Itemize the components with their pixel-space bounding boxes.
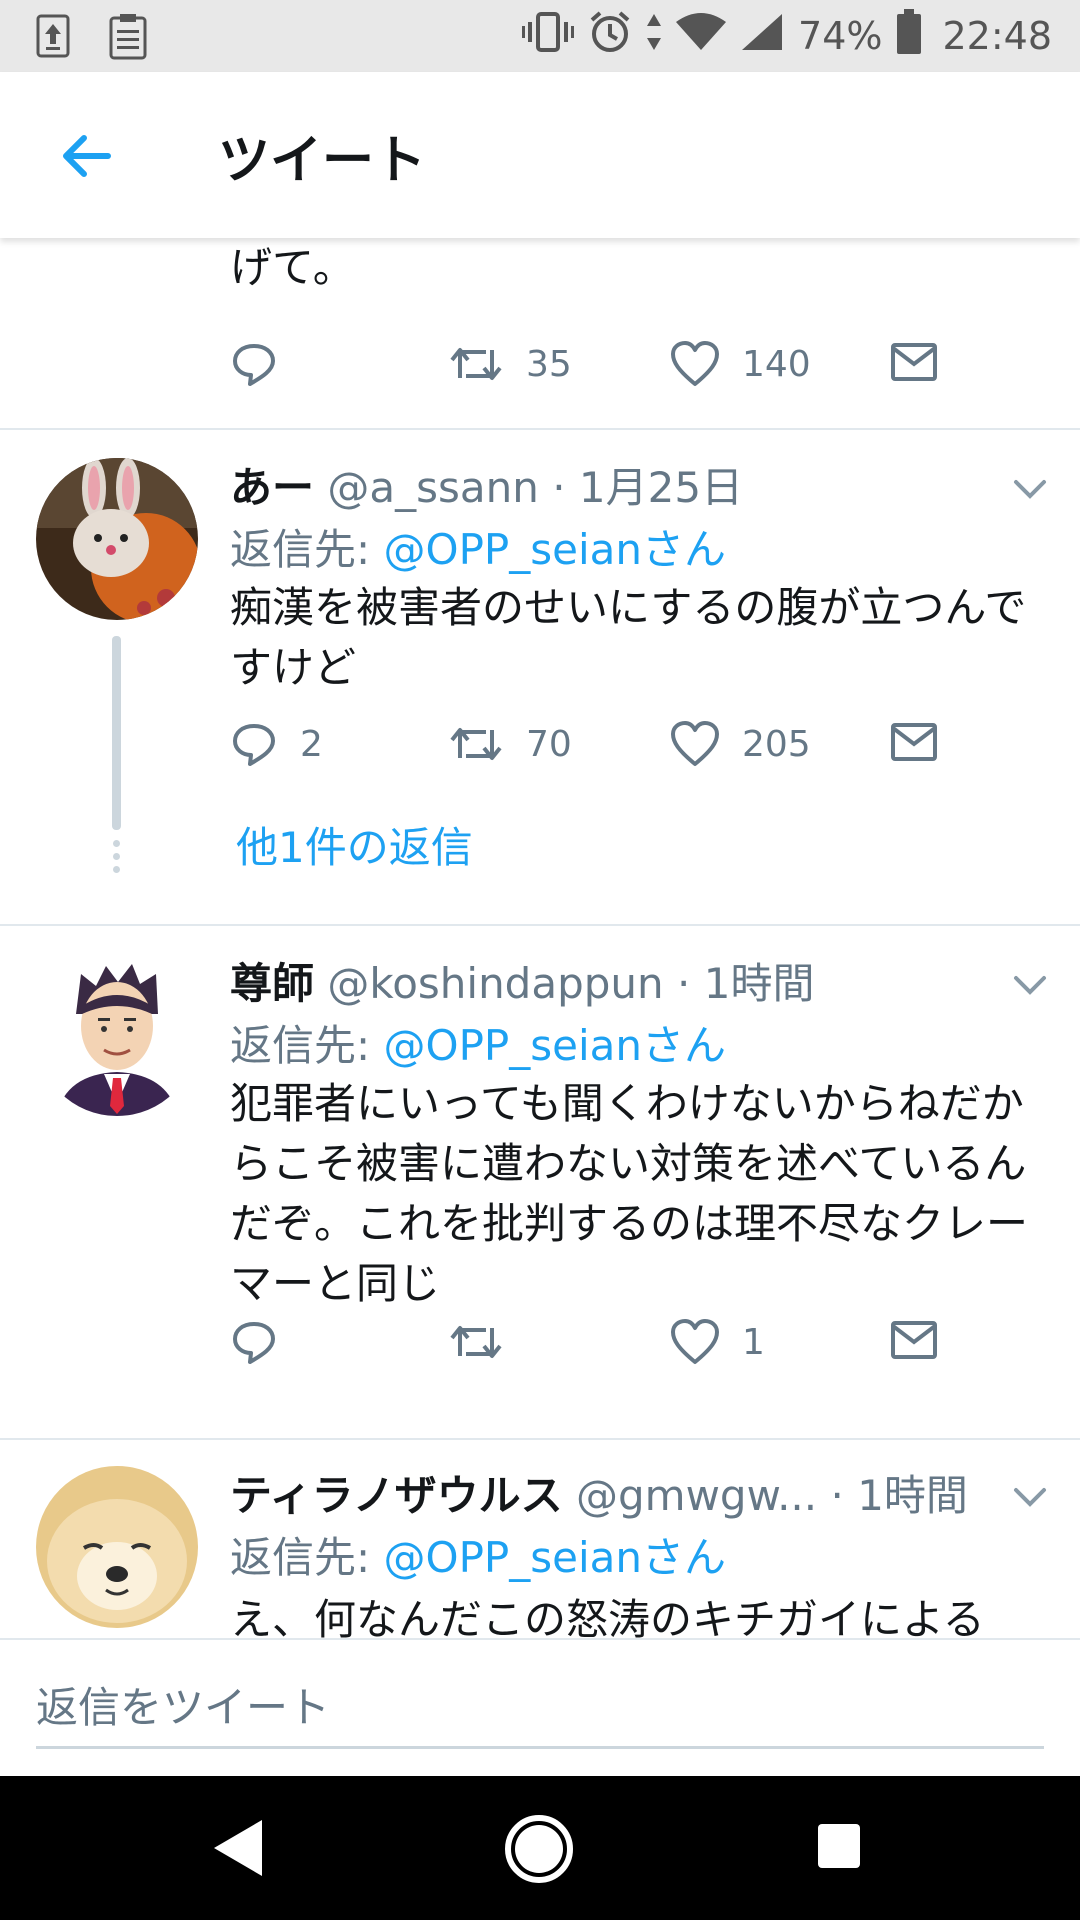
avatar[interactable] [36,458,198,620]
reply-icon [233,1322,275,1364]
tweet-header: あー @a_ssann · 1月25日 [230,458,743,518]
retweet-button[interactable]: 35 [448,340,572,388]
clipboard-notification-icon [108,12,148,64]
chevron-down-icon[interactable] [1010,964,1050,1004]
tweet-text: 犯罪者にいっても聞くわけないからねだからこそ被害に遭わない対策を述べているんだぞ… [230,1079,1029,1308]
like-button[interactable]: 140 [670,340,811,388]
reply-to-label: 返信先: [230,1021,384,1070]
reply-button[interactable] [230,1318,300,1366]
like-count: 205 [742,723,811,765]
like-button[interactable]: 1 [670,1318,765,1366]
retweet-button[interactable] [448,1318,526,1366]
data-arrows-icon [646,12,662,61]
reply-icon [233,344,275,386]
battery-percent: 74% [798,14,883,58]
dm-button[interactable] [890,1318,938,1362]
reply-to-label: 返信先: [230,525,384,574]
battery-icon [896,8,922,64]
nav-back-icon[interactable] [210,1816,266,1884]
dm-icon [891,1321,937,1359]
thread-dots [112,840,121,879]
previous-tweet-text-cut: 勝手にいっていることわざを持ち上げ [230,238,942,250]
reply-to: 返信先: @OPP_seianさん [230,1016,726,1076]
like-count: 1 [742,1321,765,1363]
tweet-text: 痴漢を被害者のせいにするの腹が立つんですけど [230,583,1027,692]
page-title: ツイート [218,131,427,191]
display-name[interactable]: 尊師 [230,959,314,1008]
more-replies-link[interactable]: 他1件の返信 [236,814,473,875]
tweet-text: え、何なんだこの怒涛のキチガイによる [230,1595,985,1638]
handle[interactable]: @koshindappun [327,959,663,1008]
chevron-down-icon[interactable] [1010,468,1050,508]
retweet-count: 35 [526,343,572,385]
reply-to: 返信先: @OPP_seianさん [230,520,726,580]
upload-notification-icon [36,12,70,64]
app-header: ツイート [0,72,1080,238]
reply-to-link[interactable]: @OPP_seianさん [384,1021,726,1070]
dm-icon [891,723,937,761]
tweet-header: ティラノザウルス @gmwgw... · 1時間 [230,1466,968,1526]
reply-to-label: 返信先: [230,1533,384,1582]
reply-button[interactable] [230,340,278,388]
tweet-thread: 勝手にいっていることわざを持ち上げ げて。 35 140 [0,238,1080,1638]
tweet-header: 尊師 @koshindappun · 1時間 [230,954,814,1014]
thread-line [112,636,121,830]
retweet-button[interactable]: 70 [448,720,572,768]
avatar[interactable] [36,954,198,1116]
handle[interactable]: @gmwgw... [576,1471,817,1520]
divider [0,924,1080,926]
previous-tweet-actions: 35 140 [230,340,970,404]
nav-recents-icon[interactable] [816,1822,862,1874]
system-nav-bar [0,1776,1080,1920]
retweet-icon [450,348,502,380]
previous-tweet-text: 勝手にいっていることわざを持ち上げ げて。 [230,238,942,298]
retweet-icon [450,728,502,760]
retweet-count: 70 [526,723,572,765]
reply-count: 2 [300,723,323,765]
reply-icon [233,724,275,766]
nav-home-icon[interactable] [504,1814,574,1888]
timestamp: · 1時間 [677,959,815,1008]
tweet-actions: 2 70 205 [230,720,970,784]
timestamp: · 1月25日 [552,463,744,512]
timestamp: · 1時間 [830,1471,968,1520]
like-icon [671,721,719,766]
dm-button[interactable] [890,340,938,384]
like-icon [671,1319,719,1364]
reply-to-link[interactable]: @OPP_seianさん [384,525,726,574]
display-name[interactable]: ティラノザウルス [230,1471,563,1520]
wifi-icon [676,12,727,61]
reply-bar: 返信をツイート [0,1638,1080,1778]
handle[interactable]: @a_ssann [327,463,538,512]
reply-input[interactable]: 返信をツイート [36,1674,1044,1749]
reply-to: 返信先: @OPP_seianさん [230,1528,726,1588]
dm-button[interactable] [890,720,938,764]
divider [0,428,1080,430]
dm-icon [891,343,937,381]
like-count: 140 [742,343,811,385]
previous-tweet-text-end: げて。 [230,243,355,292]
back-arrow-icon[interactable] [54,124,118,188]
display-name[interactable]: あー [230,463,314,512]
retweet-icon [450,1326,502,1358]
reply-to-link[interactable]: @OPP_seianさん [384,1533,726,1582]
divider [0,1438,1080,1440]
reply-button[interactable]: 2 [230,720,323,768]
signal-icon [740,12,784,61]
clock: 22:48 [942,14,1052,58]
like-icon [671,341,719,386]
avatar[interactable] [36,1466,198,1628]
like-button[interactable]: 205 [670,720,811,768]
tweet-actions: 1 [230,1318,970,1382]
chevron-down-icon[interactable] [1010,1476,1050,1516]
alarm-icon [588,10,632,63]
vibrate-icon [522,10,575,63]
status-bar: 74% 22:48 [0,0,1080,72]
